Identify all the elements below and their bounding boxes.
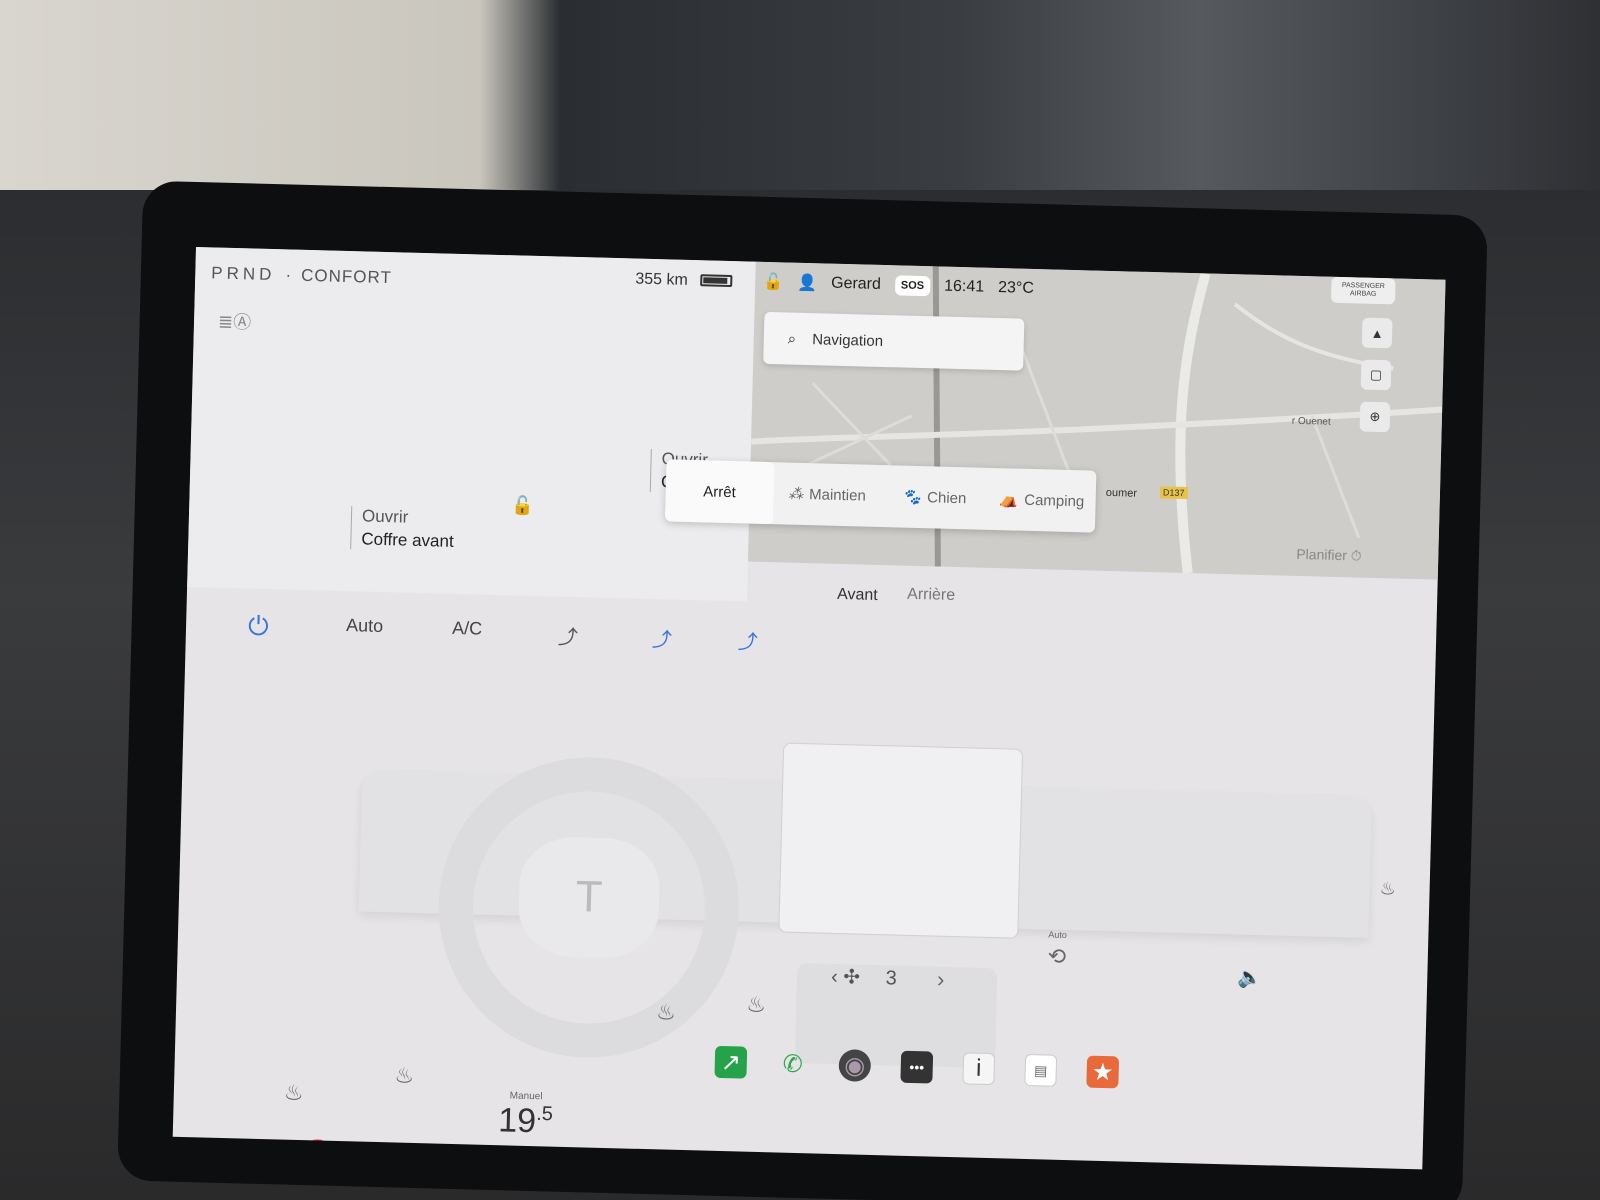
map-controls: ▲ ▢ ⊕ <box>1358 317 1393 499</box>
gear-indicator: PRND · CONFORT <box>211 263 393 288</box>
airbag-label: PASSENGER AIRBAG <box>1341 282 1385 298</box>
touchscreen: PRND · CONFORT 355 km ≣Ⓐ Ouvrir Coffre ava… <box>172 247 1446 1170</box>
dog-label: Chien <box>926 488 967 507</box>
drive-mode[interactable]: CONFORT <box>301 266 392 287</box>
calendar-icon[interactable]: ▤ <box>1024 1053 1058 1087</box>
rear-defrost-icon[interactable]: ♨ <box>746 992 766 1019</box>
tesla-logo-icon: T <box>517 835 661 960</box>
auto-headlight-icon[interactable]: ≣Ⓐ <box>218 308 252 335</box>
display-illustration <box>778 742 1024 939</box>
keeper-option-dog[interactable]: 🐾 Chien <box>880 465 989 530</box>
passenger-seat-heat-icon[interactable]: ♨ <box>1379 878 1396 899</box>
map-label-area: r Ouenet <box>1291 415 1331 428</box>
fan-icon: ✣ <box>843 966 861 989</box>
keeper-option-camp[interactable]: ⛺ Camping <box>987 468 1096 533</box>
fan-speed-control[interactable]: ‹ ✣ 3 <box>831 964 897 991</box>
keep-label: Maintien <box>808 485 867 505</box>
frunk-target: Coffre avant <box>361 529 454 551</box>
search-icon: ⌕ <box>787 330 797 348</box>
background-window <box>0 0 1600 200</box>
gear-letters: PRND <box>211 263 276 285</box>
passenger-airbag-indicator: PASSENGER AIRBAG <box>1330 276 1396 305</box>
zone-rear[interactable]: Arrière <box>907 586 955 605</box>
seat-heat-icon[interactable]: ♨ <box>284 1080 304 1107</box>
power-icon[interactable]: ⏻ <box>248 610 269 643</box>
recirculation-auto-label: Auto <box>1048 929 1067 941</box>
volume-icon[interactable]: 🔈 <box>1237 965 1263 991</box>
map-layers-icon[interactable]: ▢ <box>1360 359 1392 391</box>
tent-icon: ⛺ <box>999 491 1019 509</box>
zone-front[interactable]: Avant <box>837 586 878 605</box>
map-roads <box>750 266 1443 574</box>
camera-icon[interactable]: ◉ <box>838 1049 872 1082</box>
steering-heat-icon[interactable]: ♨ <box>394 1062 414 1089</box>
map-view[interactable]: oumer D137 r Ouenet <box>747 261 1446 580</box>
unlock-icon[interactable]: 🔓 <box>511 495 534 517</box>
navigation-search[interactable]: ⌕ Navigation <box>763 311 1025 371</box>
airflow-face-feet-icon[interactable]: ⤴ <box>652 623 673 653</box>
airflow-face-icon[interactable]: ⤴ <box>558 621 579 651</box>
energy-app-icon[interactable]: ↗ <box>714 1045 748 1079</box>
schedule-label: Planifier <box>1296 545 1348 564</box>
auto-button[interactable]: Auto <box>346 615 384 637</box>
keeper-option-keep[interactable]: ⁂ Maintien <box>772 462 881 527</box>
toybox-icon[interactable]: ★ <box>1086 1055 1120 1089</box>
fan-speed-value: 3 <box>885 967 898 990</box>
open-frunk-button[interactable]: Ouvrir Coffre avant <box>350 506 455 552</box>
map-label-town: oumer <box>1105 486 1138 500</box>
clock-icon: ⏱ <box>1350 547 1362 564</box>
airflow-feet-icon[interactable]: ⤴ <box>738 625 759 655</box>
chevron-right-icon[interactable]: › <box>937 967 945 993</box>
map-settings-icon[interactable]: ⊕ <box>1359 401 1391 433</box>
driver-profile[interactable]: Gerard <box>831 275 881 294</box>
range-readout: 355 km <box>635 270 688 289</box>
chevron-left-icon[interactable]: ‹ <box>831 966 838 988</box>
car-panel: PRND · CONFORT 355 km ≣Ⓐ Ouvrir Coffre ava… <box>187 247 756 602</box>
temperature-control[interactable]: Manuel 19.5 <box>498 1090 554 1141</box>
manual-icon[interactable]: i <box>962 1052 996 1086</box>
paw-icon: 🐾 <box>902 488 922 507</box>
lock-status-icon[interactable]: 🔓 <box>763 272 783 293</box>
temperature-value: 19.5 <box>498 1101 553 1140</box>
frunk-action: Ouvrir <box>361 506 409 527</box>
ac-button[interactable]: A/C <box>452 618 483 640</box>
scene: PRND · CONFORT 355 km ≣Ⓐ Ouvrir Coffre ava… <box>0 0 1600 1200</box>
more-icon[interactable]: ••• <box>900 1050 934 1084</box>
temperature-decimal: .5 <box>535 1102 554 1126</box>
camp-label: Camping <box>1024 491 1085 510</box>
sos-button[interactable]: SOS <box>894 275 931 297</box>
keeper-option-off[interactable]: Arrêt <box>664 459 775 525</box>
schedule-button[interactable]: Planifier ⏱ <box>1296 546 1362 565</box>
profile-icon[interactable]: 👤 <box>797 273 817 294</box>
recirculation-icon[interactable]: ⟲ <box>1047 944 1066 970</box>
search-placeholder: Navigation <box>811 330 884 350</box>
front-defrost-icon[interactable]: ♨ <box>656 999 676 1026</box>
climate-keeper-selector: Arrêt ⁂ Maintien 🐾 Chien ⛺ Camping <box>664 459 1097 533</box>
map-label-road: D137 <box>1159 486 1188 500</box>
temperature-integer: 19 <box>497 1101 537 1141</box>
clock: 16:41 <box>943 277 985 296</box>
phone-icon[interactable]: ✆ <box>776 1047 809 1080</box>
compass-icon[interactable]: ▲ <box>1361 317 1393 349</box>
outside-temperature: 23°C <box>997 279 1035 297</box>
keep-icon: ⁂ <box>787 485 804 503</box>
battery-icon <box>700 274 733 288</box>
